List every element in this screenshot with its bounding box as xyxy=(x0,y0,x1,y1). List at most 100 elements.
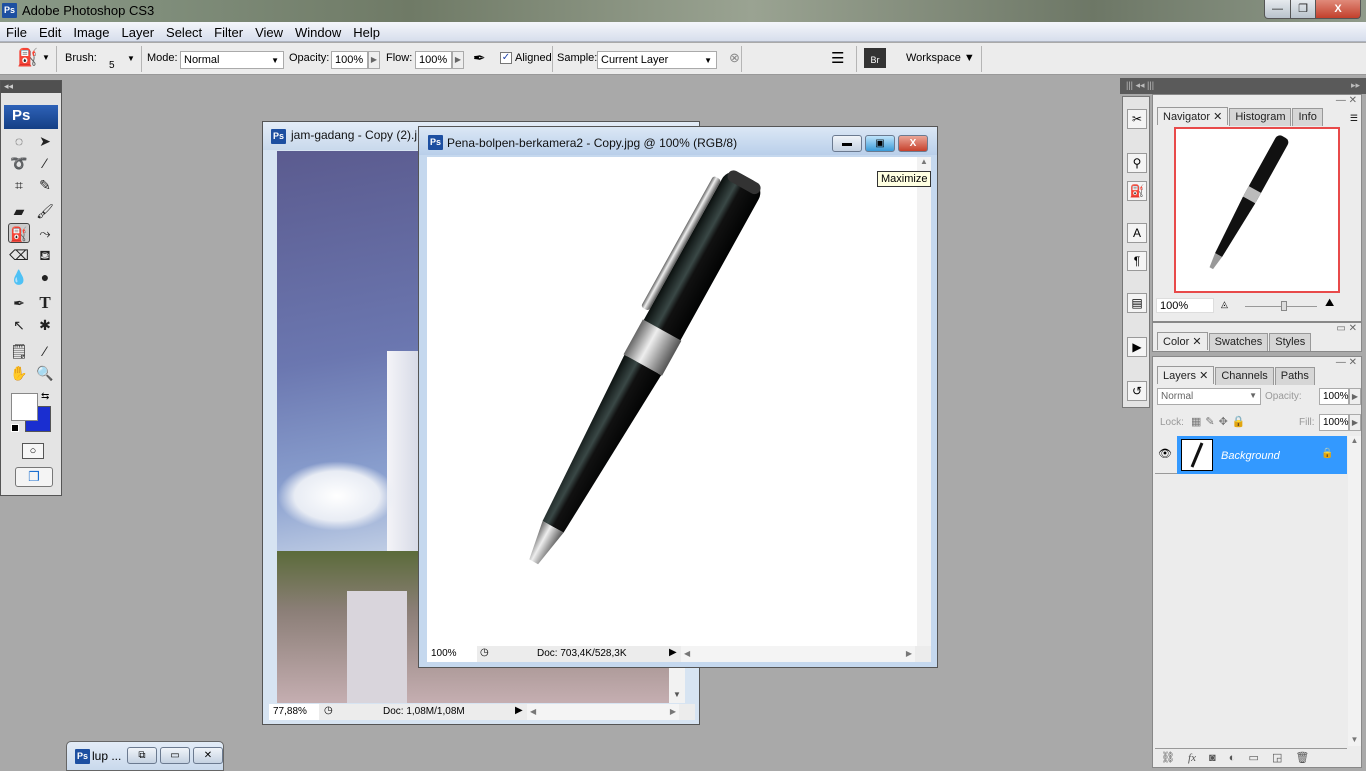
opacity-slider-button[interactable]: ▶ xyxy=(368,51,380,69)
blur-tool-icon[interactable]: 💧 xyxy=(8,267,30,287)
clone-stamp-tool-preset-icon[interactable]: ⛽ xyxy=(17,48,38,68)
menu-select[interactable]: Select xyxy=(160,22,208,40)
tab-histogram[interactable]: Histogram xyxy=(1229,108,1292,126)
horizontal-scrollbar[interactable]: ◀ ▶ xyxy=(527,704,679,720)
tab-navigator[interactable]: Navigator ✕ xyxy=(1157,107,1229,125)
move-tool-icon[interactable]: ➤ xyxy=(34,131,56,151)
flow-slider-button[interactable]: ▶ xyxy=(452,51,464,69)
zoom-slider-thumb[interactable] xyxy=(1281,301,1287,311)
blend-mode-select[interactable]: Normal ▼ xyxy=(1157,388,1261,405)
menu-layer[interactable]: Layer xyxy=(116,22,161,40)
lasso-tool-icon[interactable]: ➰ xyxy=(8,153,30,173)
layers-scrollbar[interactable]: ▲ ▼ xyxy=(1348,436,1361,746)
menu-view[interactable]: View xyxy=(249,22,289,40)
palette-well-icon[interactable]: ☰ xyxy=(831,49,844,67)
panel-menu-icon[interactable]: ☰ xyxy=(1350,113,1358,124)
sample-select[interactable]: Current Layer ▼ xyxy=(597,51,717,69)
document-window-pena-bolpen[interactable]: Ps Pena-bolpen-berkamera2 - Copy.jpg @ 1… xyxy=(418,126,938,668)
paragraph-icon[interactable]: ¶ xyxy=(1127,251,1147,271)
zoom-in-icon[interactable]: ⛰ xyxy=(1325,297,1334,310)
marquee-tool-icon[interactable]: ◌ xyxy=(8,131,30,151)
history-brush-tool-icon[interactable]: ⤳ xyxy=(34,223,56,243)
tab-paths[interactable]: Paths xyxy=(1274,367,1315,385)
dodge-tool-icon[interactable]: ● xyxy=(34,267,56,287)
dock-header[interactable]: ||| ◂◂ ||| ▸▸ xyxy=(1120,78,1366,94)
brush-size[interactable]: 5 xyxy=(109,60,115,71)
document-canvas[interactable] xyxy=(427,157,917,646)
status-info-icon[interactable]: ◷ xyxy=(480,647,489,658)
restore-button[interactable]: ⧉ xyxy=(127,747,157,764)
slice-tool-icon[interactable]: ✎ xyxy=(34,175,56,195)
horizontal-scrollbar[interactable]: ◀ ▶ xyxy=(681,646,915,662)
new-group-icon[interactable]: ▭ xyxy=(1248,752,1258,764)
maximize-button[interactable]: ▭ xyxy=(160,747,190,764)
mode-select[interactable]: Normal ▼ xyxy=(180,51,284,69)
eyedropper-tool-icon[interactable]: ⁄ xyxy=(34,341,56,361)
bridge-icon[interactable]: Br xyxy=(864,48,886,68)
clone-stamp-tool-icon[interactable]: ⛽ xyxy=(8,223,30,243)
workspace-button[interactable]: Workspace ▼ xyxy=(906,52,975,64)
link-layers-icon[interactable]: ⛓ xyxy=(1161,752,1175,764)
document-close-button[interactable]: X xyxy=(898,135,928,152)
brushes-icon[interactable]: ⚲ xyxy=(1127,153,1147,173)
layer-row-background[interactable]: 👁 Background 🔒 xyxy=(1155,436,1347,474)
layer-style-fx-icon[interactable]: fx xyxy=(1188,752,1196,764)
opacity-input[interactable]: 100% xyxy=(331,51,368,69)
path-selection-tool-icon[interactable]: ↖ xyxy=(8,315,30,335)
brush-tool-icon[interactable]: 🖌 xyxy=(34,201,56,221)
type-tool-icon[interactable]: T xyxy=(34,293,56,313)
history-icon[interactable]: ↺ xyxy=(1127,381,1147,401)
quick-mask-icon[interactable]: ○ xyxy=(22,443,44,459)
paint-bucket-tool-icon[interactable]: ⛾ xyxy=(34,245,56,265)
document-maximize-button[interactable]: ▣ xyxy=(865,135,895,152)
tab-channels[interactable]: Channels xyxy=(1215,367,1274,385)
actions-icon[interactable]: ▶ xyxy=(1127,337,1147,357)
navigator-preview[interactable] xyxy=(1174,127,1340,293)
menu-image[interactable]: Image xyxy=(67,22,115,40)
status-menu-arrow-icon[interactable]: ▶ xyxy=(669,647,677,658)
tab-styles[interactable]: Styles xyxy=(1269,333,1312,351)
lock-icons[interactable]: ▦✎✥🔒 xyxy=(1191,415,1250,428)
zoom-field[interactable]: 100% xyxy=(427,646,477,662)
pen-tool-icon[interactable]: ✒ xyxy=(8,293,30,313)
status-menu-arrow-icon[interactable]: ▶ xyxy=(515,705,523,716)
tab-color[interactable]: Color ✕ xyxy=(1157,332,1208,350)
aligned-checkbox[interactable]: ✓ xyxy=(500,52,512,64)
default-colors-icon[interactable] xyxy=(11,424,19,432)
magic-wand-tool-icon[interactable]: ⁄ xyxy=(34,153,56,173)
tab-info[interactable]: Info xyxy=(1292,108,1323,126)
ignore-adjustment-layers-icon[interactable]: ⊗ xyxy=(729,50,740,66)
vertical-scrollbar[interactable]: ▲ xyxy=(917,157,931,646)
navigator-zoom-input[interactable]: 100% xyxy=(1156,298,1214,313)
navigator-zoom-slider[interactable] xyxy=(1245,301,1317,311)
menu-file[interactable]: File xyxy=(0,22,33,40)
brush-picker-chevron-icon[interactable]: ▼ xyxy=(127,54,135,63)
layer-opacity-input[interactable]: 100% xyxy=(1319,388,1349,405)
toolbox-collapse-button[interactable]: ◂◂ xyxy=(1,81,61,93)
zoom-out-icon[interactable]: ◬ xyxy=(1221,299,1228,310)
airbrush-icon[interactable]: ✒ xyxy=(473,49,486,67)
close-button[interactable]: X xyxy=(1315,0,1361,19)
menu-edit[interactable]: Edit xyxy=(33,22,67,40)
tool-presets-icon[interactable]: ✂ xyxy=(1127,109,1147,129)
document-minimize-button[interactable]: ▬ xyxy=(832,135,862,152)
tab-layers[interactable]: Layers ✕ xyxy=(1157,366,1215,384)
layer-comps-icon[interactable]: ▤ xyxy=(1127,293,1147,313)
flow-input[interactable]: 100% xyxy=(415,51,452,69)
clone-source-icon[interactable]: ⛽ xyxy=(1127,181,1147,201)
healing-brush-tool-icon[interactable]: ▰ xyxy=(8,201,30,221)
adjustment-layer-icon[interactable]: ◐ xyxy=(1229,752,1236,764)
chevron-down-icon[interactable]: ▼ xyxy=(42,53,50,62)
fill-slider-button[interactable]: ▶ xyxy=(1349,414,1361,431)
swap-colors-icon[interactable]: ⇆ xyxy=(41,391,49,402)
delete-layer-icon[interactable]: 🗑 xyxy=(1295,752,1309,764)
minimized-document-window[interactable]: Ps lup ... ⧉ ▭ ✕ xyxy=(66,741,224,771)
notes-tool-icon[interactable]: 🗒 xyxy=(8,341,30,361)
crop-tool-icon[interactable]: ⌗ xyxy=(8,175,30,195)
foreground-color-swatch[interactable] xyxy=(11,393,38,421)
eraser-tool-icon[interactable]: ⌫ xyxy=(8,245,30,265)
eye-visibility-icon[interactable]: 👁 xyxy=(1155,442,1175,466)
character-icon[interactable]: A xyxy=(1127,223,1147,243)
new-layer-icon[interactable]: ◲ xyxy=(1272,752,1282,764)
layer-name[interactable]: Background xyxy=(1221,450,1280,462)
